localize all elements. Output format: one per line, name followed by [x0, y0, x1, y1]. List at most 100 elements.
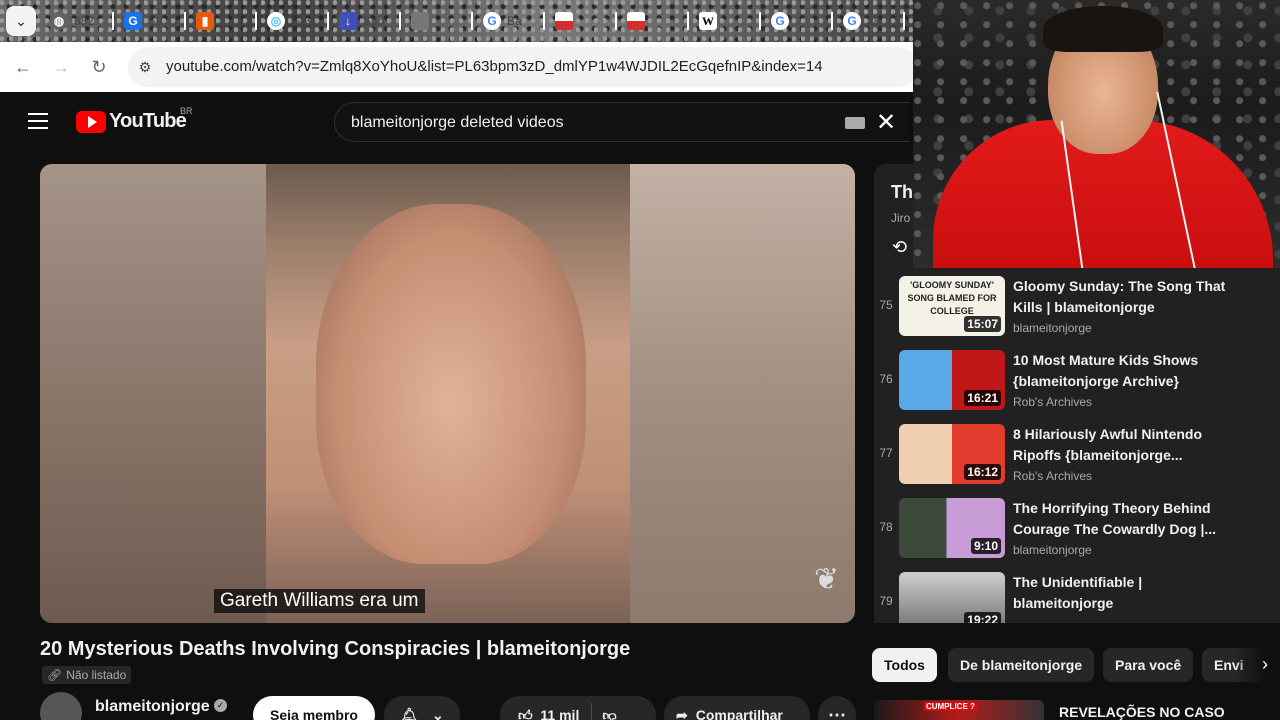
webcam-overlay [913, 0, 1280, 268]
arrow-right-icon: → [52, 56, 70, 77]
chevron-right-icon[interactable]: › [1262, 654, 1268, 675]
site-settings-icon[interactable]: ⚙ [136, 58, 154, 76]
recommended-video[interactable]: CUMPLICE ? REVELAÇÕES NO CASO [874, 700, 1280, 720]
playlist-index: 76 [879, 372, 893, 386]
google-icon: G [483, 12, 501, 30]
tab-divider [399, 12, 401, 30]
keyboard-icon[interactable] [845, 117, 865, 129]
playlist-item-channel: Rob's Archives [1013, 469, 1092, 483]
browser-tab[interactable]: W [699, 10, 717, 32]
browser-tab[interactable]: G 78 [843, 10, 880, 32]
playlist-item[interactable]: 75 'GLOOMY SUNDAY' SONG BLAMED FOR COLLE… [874, 276, 1280, 340]
search-input[interactable]: blameitonjorge deleted videos [351, 114, 564, 132]
logo-text: YouTube [109, 110, 187, 132]
bookmark-icon: ▮ [196, 12, 214, 30]
browser-tab[interactable] [627, 10, 645, 32]
clear-search-icon[interactable]: ✕ [873, 109, 899, 136]
channel-name[interactable]: blameitonjorge [95, 698, 210, 716]
blank-icon [411, 12, 429, 30]
playlist-panel: 75 'GLOOMY SUNDAY' SONG BLAMED FOR COLLE… [874, 268, 1280, 623]
youtube-logo[interactable]: YouTube BR [76, 106, 193, 133]
video-thumbnail[interactable]: 'GLOOMY SUNDAY' SONG BLAMED FOR COLLEGE … [899, 276, 1005, 336]
like-dislike-button[interactable]: 👍︎ 11 mil 👎︎ [500, 696, 656, 720]
browser-tab[interactable]: ◎ Ges [267, 10, 313, 32]
address-bar[interactable]: ⚙ youtube.com/watch?v=Zmlq8XoYhoU&list=P… [128, 47, 918, 87]
video-thumbnail[interactable]: 19:22 [899, 572, 1005, 623]
translate-icon: G [124, 12, 142, 30]
video-blur-right [629, 164, 855, 623]
browser-tab[interactable]: G Ba [483, 10, 522, 32]
menu-icon[interactable] [28, 113, 48, 129]
playlist-item[interactable]: 79 19:22 The Unidentifiable | blameitonj… [874, 572, 1280, 623]
tab-divider [471, 12, 473, 30]
share-button[interactable]: ➦ Compartilhar [664, 696, 810, 720]
browser-tab[interactable]: ↓ Sub [339, 10, 384, 32]
video-thumbnail[interactable]: 16:12 [899, 424, 1005, 484]
chip-todos[interactable]: Todos [872, 648, 937, 682]
playlist-item[interactable]: 78 9:10 The Horrifying Theory Behind Cou… [874, 498, 1280, 562]
verified-icon: ✓ [214, 699, 227, 712]
chip-de-blameitonjorge[interactable]: De blameitonjorge [948, 648, 1095, 682]
chip-para-voce[interactable]: Para você [1103, 648, 1194, 682]
loop-icon[interactable]: ⟲ [892, 237, 907, 258]
browser-tab[interactable]: G Su [124, 10, 163, 32]
thumbnail-text: CUMPLICE ? [924, 702, 977, 711]
reload-button[interactable]: ↻ [87, 55, 111, 79]
playlist-item-title: The Horrifying Theory Behind Courage The… [1013, 500, 1217, 537]
playlist-item-channel: Rob's Archives [1013, 395, 1092, 409]
tab-divider [184, 12, 186, 30]
video-thumbnail[interactable]: CUMPLICE ? [874, 700, 1044, 720]
playlist-item-channel: blameitonjorge [1013, 543, 1092, 557]
tab-divider [759, 12, 761, 30]
tab-divider [255, 12, 257, 30]
arrow-left-icon: ← [14, 56, 32, 77]
browser-tab[interactable]: G [771, 10, 789, 32]
back-button[interactable]: ← [11, 55, 35, 79]
google-icon: G [843, 12, 861, 30]
browser-toolbar: ← → ↻ ⚙ youtube.com/watch?v=Zmlq8XoYhoU&… [0, 42, 918, 92]
video-duration: 16:21 [964, 390, 1001, 406]
tab-search-dropdown-button[interactable]: ⌄ [6, 6, 36, 36]
browser-tab-strip: ⌄ ◍ 682 G Su ▮ ◎ Ges ↓ Sub G Ba W G G 78 [0, 0, 913, 42]
channel-avatar[interactable] [40, 692, 82, 720]
flag-icon [555, 12, 573, 30]
bell-icon: 🔔︎ [400, 706, 419, 720]
browser-tab[interactable] [411, 10, 429, 32]
chevron-down-icon: ⌄ [432, 706, 444, 720]
wikipedia-icon: W [699, 12, 717, 30]
tab-divider [543, 12, 545, 30]
thumbs-down-icon[interactable]: 👎︎ [602, 707, 616, 720]
reload-icon: ↻ [91, 56, 107, 77]
browser-tab[interactable] [555, 10, 573, 32]
video-blur-left [40, 164, 266, 623]
video-thumbnail[interactable]: 16:21 [899, 350, 1005, 410]
portrait-face [316, 204, 586, 564]
playlist-index: 79 [879, 594, 893, 608]
url-text[interactable]: youtube.com/watch?v=Zmlq8XoYhoU&list=PL6… [166, 58, 823, 75]
browser-tab[interactable]: ▮ [196, 10, 214, 32]
playlist-index: 77 [879, 446, 893, 460]
playlist-owner[interactable]: Jiro [891, 211, 910, 225]
playlist-item[interactable]: 76 16:21 10 Most Mature Kids Shows {blam… [874, 350, 1280, 414]
browser-tab[interactable]: ◍ 682 [50, 10, 94, 32]
search-box[interactable]: blameitonjorge deleted videos ✕ [334, 102, 909, 142]
playlist-index: 78 [879, 520, 893, 534]
google-icon: G [771, 12, 789, 30]
chip-envi[interactable]: Envi [1202, 648, 1266, 682]
video-caption: Gareth Williams era um [214, 589, 425, 613]
youtube-play-icon [76, 110, 106, 133]
tab-divider [831, 12, 833, 30]
playlist-title[interactable]: Th [891, 182, 913, 203]
more-actions-button[interactable]: ⋯ [818, 696, 856, 720]
notifications-button[interactable]: 🔔︎ ⌄ [384, 696, 460, 720]
video-thumbnail[interactable]: 9:10 [899, 498, 1005, 558]
forward-button[interactable]: → [49, 55, 73, 79]
video-duration: 16:12 [964, 464, 1001, 480]
playlist-header: Th Jiro ⟲ [874, 164, 914, 268]
more-horizontal-icon: ⋯ [828, 704, 846, 720]
join-button[interactable]: Seja membro [253, 696, 375, 720]
tab-divider [687, 12, 689, 30]
video-player[interactable]: Gareth Williams era um ❦ [40, 164, 855, 623]
video-duration: 19:22 [964, 612, 1001, 623]
playlist-item[interactable]: 77 16:12 8 Hilariously Awful Nintendo Ri… [874, 424, 1280, 488]
